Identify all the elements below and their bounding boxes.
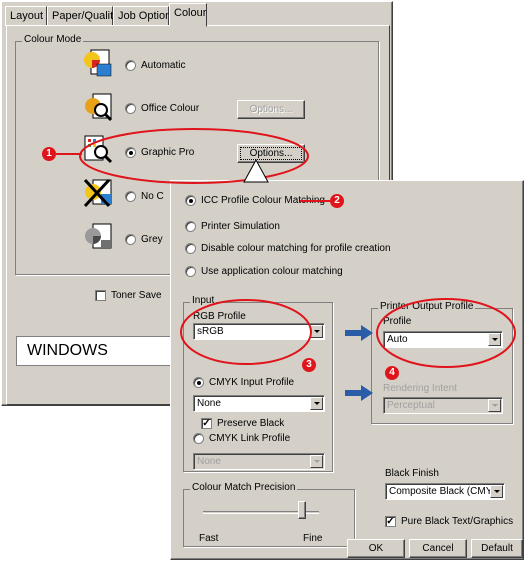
cmyk-input-radio-button[interactable] xyxy=(193,377,204,388)
automatic-radio[interactable]: Automatic xyxy=(125,60,185,71)
rendering-intent-value: Perceptual xyxy=(387,400,435,411)
no-colour-radio-label: No C xyxy=(141,191,164,202)
application-colour-matching-radio-button[interactable] xyxy=(185,266,196,277)
office-colour-radio[interactable]: Office Colour xyxy=(125,103,199,114)
tab-colour[interactable]: Colour xyxy=(169,3,207,27)
cmyk-input-value: None xyxy=(197,398,221,409)
disable-colour-matching-radio-button[interactable] xyxy=(185,243,196,254)
black-finish-label: Black Finish xyxy=(385,468,439,479)
pure-black-label: Pure Black Text/Graphics xyxy=(401,516,514,527)
graphic-pro-radio[interactable]: Graphic Pro xyxy=(125,147,194,158)
application-colour-matching-radio[interactable]: Use application colour matching xyxy=(185,266,343,277)
input-group-label: Input xyxy=(190,295,217,306)
greyscale-radio-button[interactable] xyxy=(125,234,136,245)
application-colour-matching-radio-label: Use application colour matching xyxy=(201,266,343,277)
tab-layout[interactable]: Layout xyxy=(5,6,47,26)
icc-profile-radio-label: ICC Profile Colour Matching xyxy=(201,195,325,206)
printer-output-group-label: Printer Output Profile xyxy=(378,301,476,312)
cmyk-link-radio-button[interactable] xyxy=(193,433,204,444)
rendering-intent-label: Rendering Intent xyxy=(383,383,457,394)
black-finish-dropdown-icon[interactable] xyxy=(490,485,503,498)
rendering-intent-dropdown-icon[interactable] xyxy=(488,399,501,412)
cmyk-input-dropdown-icon[interactable] xyxy=(310,397,323,410)
callout-2-badge: 2 xyxy=(330,194,344,208)
output-profile-value: Auto xyxy=(387,334,408,345)
rgb-profile-dropdown-icon[interactable] xyxy=(310,325,323,338)
pure-black-checkbox[interactable]: ✓ Pure Black Text/Graphics xyxy=(385,516,513,527)
greyscale-radio-label: Grey xyxy=(141,234,163,245)
no-colour-icon xyxy=(81,176,115,208)
cmyk-link-radio-label: CMYK Link Profile xyxy=(209,433,291,444)
cmyk-link-dropdown-icon[interactable] xyxy=(310,455,323,468)
cmyk-link-radio[interactable]: CMYK Link Profile xyxy=(193,433,290,444)
tab-paper-quality[interactable]: Paper/Quality xyxy=(47,6,119,26)
callout-3-badge: 3 xyxy=(302,358,316,372)
rgb-profile-select[interactable]: sRGB xyxy=(193,323,325,340)
icc-profile-radio[interactable]: ICC Profile Colour Matching xyxy=(185,195,325,206)
graphic-pro-icon xyxy=(81,132,115,164)
office-colour-options-button[interactable]: Options... xyxy=(237,100,305,119)
precision-fine-label: Fine xyxy=(303,533,323,544)
os-label-box: WINDOWS xyxy=(16,336,184,366)
precision-fast-label: Fast xyxy=(199,533,219,544)
output-profile-dropdown-icon[interactable] xyxy=(488,333,501,346)
ok-button[interactable]: OK xyxy=(347,539,405,558)
toner-save-check[interactable] xyxy=(95,290,106,301)
automatic-radio-label: Automatic xyxy=(141,60,186,71)
graphic-pro-options-dialog: ICC Profile Colour Matching Printer Simu… xyxy=(170,180,524,560)
office-colour-icon xyxy=(81,90,115,122)
callout-4-badge: 4 xyxy=(385,366,399,380)
pure-black-check[interactable]: ✓ xyxy=(385,516,396,527)
office-colour-radio-label: Office Colour xyxy=(141,103,200,114)
callout-1-badge: 1 xyxy=(42,147,56,161)
precision-group-label: Colour Match Precision xyxy=(190,482,298,493)
icc-profile-radio-button[interactable] xyxy=(185,195,196,206)
automatic-radio-button[interactable] xyxy=(125,60,136,71)
cmyk-input-radio-label: CMYK Input Profile xyxy=(209,377,295,388)
cancel-button[interactable]: Cancel xyxy=(409,539,467,558)
cmyk-link-value: None xyxy=(197,456,221,467)
tab-job-options[interactable]: Job Options xyxy=(113,6,177,26)
toner-save-checkbox[interactable]: Toner Save xyxy=(95,290,162,301)
preserve-black-label: Preserve Black xyxy=(217,418,285,429)
default-button[interactable]: Default xyxy=(471,539,523,558)
rgb-profile-value: sRGB xyxy=(197,326,224,337)
office-colour-radio-button[interactable] xyxy=(125,103,136,114)
graphic-pro-radio-label: Graphic Pro xyxy=(141,147,195,158)
graphic-pro-options-button[interactable]: Options... xyxy=(237,144,305,163)
rgb-profile-label: RGB Profile xyxy=(193,311,246,322)
output-profile-label: Profile xyxy=(383,316,412,327)
output-profile-select[interactable]: Auto xyxy=(383,331,503,348)
printer-simulation-radio-label: Printer Simulation xyxy=(201,221,280,232)
no-colour-radio[interactable]: No C xyxy=(125,191,164,202)
cmyk-link-select[interactable]: None xyxy=(193,453,325,470)
precision-slider-thumb[interactable] xyxy=(297,501,306,519)
greyscale-icon xyxy=(81,220,115,252)
preserve-black-check[interactable]: ✓ xyxy=(201,418,212,429)
disable-colour-matching-radio[interactable]: Disable colour matching for profile crea… xyxy=(185,243,391,254)
toner-save-label: Toner Save xyxy=(111,290,162,301)
cmyk-input-select[interactable]: None xyxy=(193,395,325,412)
colour-mode-label: Colour Mode xyxy=(22,34,84,45)
cmyk-input-radio[interactable]: CMYK Input Profile xyxy=(193,377,294,388)
graphic-pro-radio-button[interactable] xyxy=(125,147,136,158)
automatic-mode-icon xyxy=(81,48,115,80)
printer-simulation-radio-button[interactable] xyxy=(185,221,196,232)
black-finish-value: Composite Black (CMYK) xyxy=(389,486,503,497)
no-colour-radio-button[interactable] xyxy=(125,191,136,202)
disable-colour-matching-radio-label: Disable colour matching for profile crea… xyxy=(201,243,391,254)
os-label: WINDOWS xyxy=(27,342,108,359)
greyscale-radio[interactable]: Grey xyxy=(125,234,163,245)
printer-simulation-radio[interactable]: Printer Simulation xyxy=(185,221,280,232)
preserve-black-checkbox[interactable]: ✓ Preserve Black xyxy=(201,418,284,429)
rendering-intent-select[interactable]: Perceptual xyxy=(383,397,503,414)
black-finish-select[interactable]: Composite Black (CMYK) xyxy=(385,483,505,500)
